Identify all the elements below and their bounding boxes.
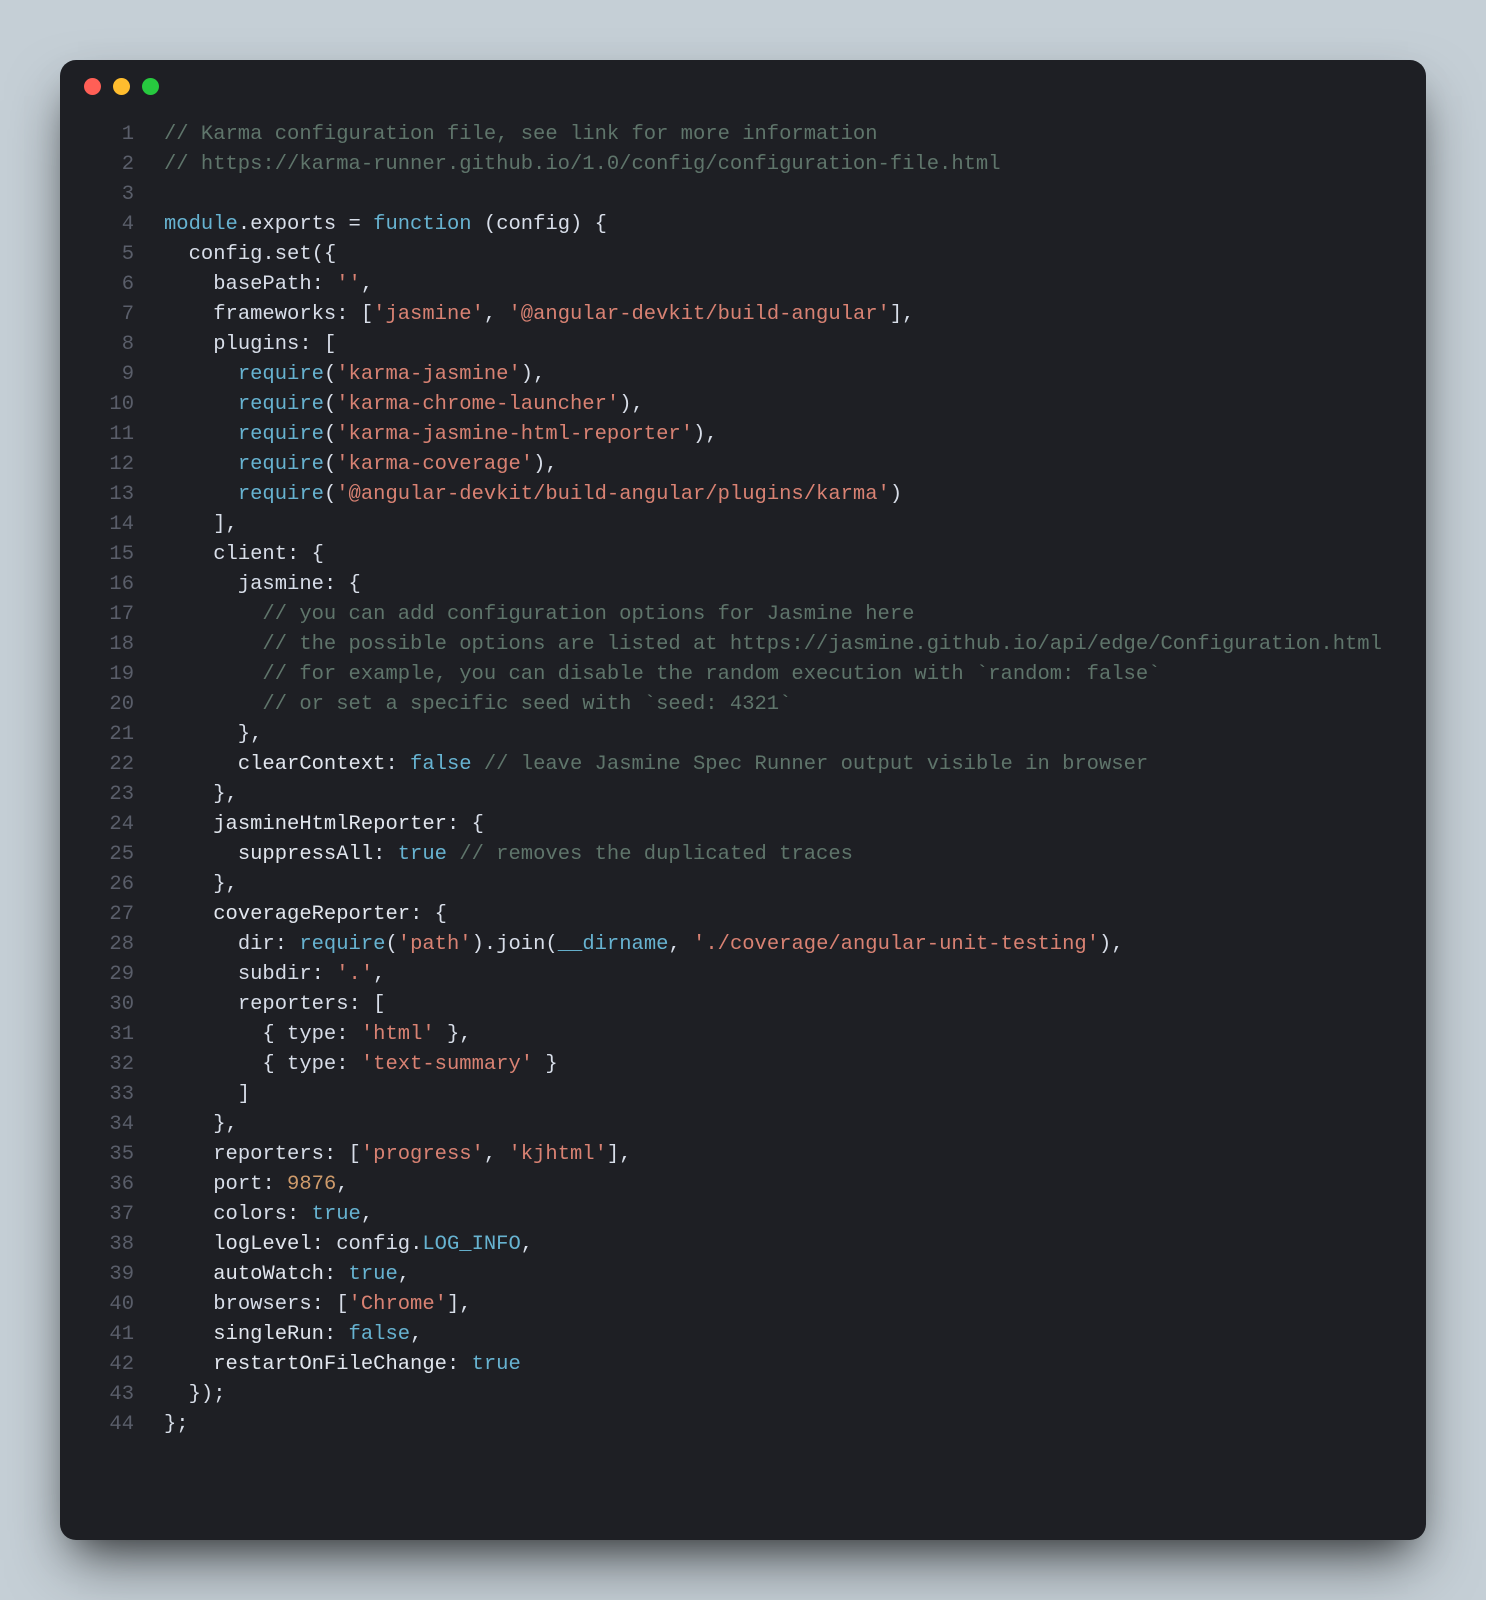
line-number: 17 (60, 600, 134, 630)
line-number: 1 (60, 120, 134, 150)
line-number: 28 (60, 930, 134, 960)
line-number: 31 (60, 1020, 134, 1050)
code-line[interactable]: autoWatch: true, (164, 1260, 1382, 1290)
code-line[interactable]: browsers: ['Chrome'], (164, 1290, 1382, 1320)
code-line[interactable]: suppressAll: true // removes the duplica… (164, 840, 1382, 870)
line-number-gutter: 1234567891011121314151617181920212223242… (60, 120, 160, 1520)
line-number: 42 (60, 1350, 134, 1380)
code-line[interactable]: { type: 'html' }, (164, 1020, 1382, 1050)
code-line[interactable]: restartOnFileChange: true (164, 1350, 1382, 1380)
code-line[interactable]: reporters: ['progress', 'kjhtml'], (164, 1140, 1382, 1170)
line-number: 23 (60, 780, 134, 810)
code-line[interactable]: ], (164, 510, 1382, 540)
code-line[interactable]: require('karma-jasmine-html-reporter'), (164, 420, 1382, 450)
editor-window: 1234567891011121314151617181920212223242… (60, 60, 1426, 1540)
line-number: 6 (60, 270, 134, 300)
code-line[interactable]: coverageReporter: { (164, 900, 1382, 930)
titlebar (60, 60, 1426, 112)
code-line[interactable]: module.exports = function (config) { (164, 210, 1382, 240)
zoom-icon[interactable] (142, 78, 159, 95)
line-number: 22 (60, 750, 134, 780)
line-number: 8 (60, 330, 134, 360)
line-number: 9 (60, 360, 134, 390)
code-line[interactable] (164, 180, 1382, 210)
line-number: 10 (60, 390, 134, 420)
line-number: 37 (60, 1200, 134, 1230)
code-line[interactable]: }); (164, 1380, 1382, 1410)
code-line[interactable]: }; (164, 1410, 1382, 1440)
line-number: 36 (60, 1170, 134, 1200)
line-number: 38 (60, 1230, 134, 1260)
code-line[interactable]: { type: 'text-summary' } (164, 1050, 1382, 1080)
code-area[interactable]: // Karma configuration file, see link fo… (160, 120, 1382, 1520)
code-line[interactable]: // for example, you can disable the rand… (164, 660, 1382, 690)
code-line[interactable]: logLevel: config.LOG_INFO, (164, 1230, 1382, 1260)
line-number: 29 (60, 960, 134, 990)
line-number: 3 (60, 180, 134, 210)
line-number: 11 (60, 420, 134, 450)
code-line[interactable]: require('karma-coverage'), (164, 450, 1382, 480)
code-editor[interactable]: 1234567891011121314151617181920212223242… (60, 120, 1426, 1520)
line-number: 2 (60, 150, 134, 180)
code-line[interactable]: }, (164, 1110, 1382, 1140)
line-number: 34 (60, 1110, 134, 1140)
line-number: 39 (60, 1260, 134, 1290)
code-line[interactable]: }, (164, 870, 1382, 900)
code-line[interactable]: // Karma configuration file, see link fo… (164, 120, 1382, 150)
code-line[interactable]: require('@angular-devkit/build-angular/p… (164, 480, 1382, 510)
line-number: 30 (60, 990, 134, 1020)
line-number: 16 (60, 570, 134, 600)
line-number: 15 (60, 540, 134, 570)
code-line[interactable]: require('karma-jasmine'), (164, 360, 1382, 390)
code-line[interactable]: }, (164, 720, 1382, 750)
minimize-icon[interactable] (113, 78, 130, 95)
code-line[interactable]: singleRun: false, (164, 1320, 1382, 1350)
line-number: 12 (60, 450, 134, 480)
line-number: 19 (60, 660, 134, 690)
code-line[interactable]: jasmineHtmlReporter: { (164, 810, 1382, 840)
line-number: 13 (60, 480, 134, 510)
line-number: 21 (60, 720, 134, 750)
code-line[interactable]: ] (164, 1080, 1382, 1110)
code-line[interactable]: config.set({ (164, 240, 1382, 270)
code-line[interactable]: // or set a specific seed with `seed: 43… (164, 690, 1382, 720)
code-line[interactable]: reporters: [ (164, 990, 1382, 1020)
line-number: 27 (60, 900, 134, 930)
line-number: 40 (60, 1290, 134, 1320)
line-number: 7 (60, 300, 134, 330)
code-line[interactable]: frameworks: ['jasmine', '@angular-devkit… (164, 300, 1382, 330)
line-number: 20 (60, 690, 134, 720)
line-number: 44 (60, 1410, 134, 1440)
line-number: 26 (60, 870, 134, 900)
line-number: 18 (60, 630, 134, 660)
code-line[interactable]: client: { (164, 540, 1382, 570)
code-line[interactable]: subdir: '.', (164, 960, 1382, 990)
line-number: 25 (60, 840, 134, 870)
code-line[interactable]: // the possible options are listed at ht… (164, 630, 1382, 660)
code-line[interactable]: port: 9876, (164, 1170, 1382, 1200)
code-line[interactable]: plugins: [ (164, 330, 1382, 360)
close-icon[interactable] (84, 78, 101, 95)
code-line[interactable]: }, (164, 780, 1382, 810)
code-line[interactable]: clearContext: false // leave Jasmine Spe… (164, 750, 1382, 780)
line-number: 32 (60, 1050, 134, 1080)
line-number: 43 (60, 1380, 134, 1410)
code-line[interactable]: jasmine: { (164, 570, 1382, 600)
line-number: 33 (60, 1080, 134, 1110)
line-number: 14 (60, 510, 134, 540)
code-line[interactable]: // you can add configuration options for… (164, 600, 1382, 630)
code-line[interactable]: require('karma-chrome-launcher'), (164, 390, 1382, 420)
line-number: 35 (60, 1140, 134, 1170)
code-line[interactable]: basePath: '', (164, 270, 1382, 300)
code-line[interactable]: dir: require('path').join(__dirname, './… (164, 930, 1382, 960)
code-line[interactable]: // https://karma-runner.github.io/1.0/co… (164, 150, 1382, 180)
line-number: 5 (60, 240, 134, 270)
line-number: 4 (60, 210, 134, 240)
line-number: 24 (60, 810, 134, 840)
line-number: 41 (60, 1320, 134, 1350)
code-line[interactable]: colors: true, (164, 1200, 1382, 1230)
